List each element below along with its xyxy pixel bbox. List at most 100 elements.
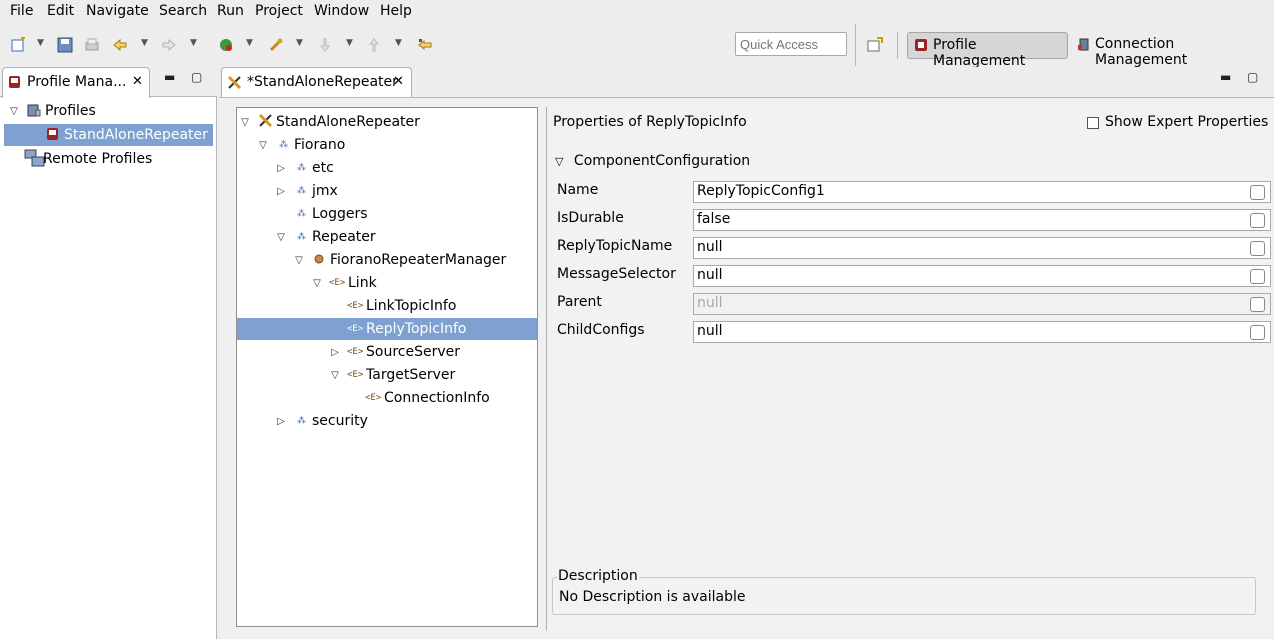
- child-configs-field[interactable]: null: [693, 321, 1271, 343]
- expanded-chevron-icon[interactable]: ▽: [311, 278, 323, 289]
- menu-project[interactable]: Project: [255, 3, 303, 19]
- tree-node-standalone-repeater[interactable]: ▽ StandAloneRepeater: [237, 111, 537, 133]
- tree-node-jmx[interactable]: ▷ ⁂ jmx: [237, 180, 537, 202]
- tree-node-link[interactable]: ▽ <E> Link: [237, 272, 537, 294]
- previous-annotation-icon[interactable]: [365, 36, 383, 54]
- bean-icon: [311, 254, 327, 267]
- is-durable-field[interactable]: false: [693, 209, 1271, 231]
- menu-file[interactable]: File: [10, 3, 33, 19]
- tools-dropdown-icon[interactable]: ▼: [296, 38, 303, 48]
- property-checkbox[interactable]: [1250, 185, 1265, 200]
- tree-node-label: LinkTopicInfo: [366, 298, 457, 314]
- tree-node-security[interactable]: ▷ ⁂ security: [237, 410, 537, 432]
- property-checkbox[interactable]: [1250, 269, 1265, 284]
- print-icon[interactable]: [83, 36, 101, 54]
- connection-management-perspective-button[interactable]: Connection Management: [1074, 32, 1269, 68]
- next-annotation-dropdown-icon[interactable]: ▼: [346, 38, 353, 48]
- message-selector-field[interactable]: null: [693, 265, 1271, 287]
- menu-edit[interactable]: Edit: [47, 3, 74, 19]
- description-text: No Description is available: [559, 589, 746, 605]
- property-checkbox[interactable]: [1250, 325, 1265, 340]
- tree-node-fiorano-repeater-manager[interactable]: ▽ FioranoRepeaterManager: [237, 249, 537, 271]
- show-expert-label: Show Expert Properties: [1105, 114, 1269, 130]
- last-edit-location-icon[interactable]: [416, 36, 434, 54]
- profile-editor: *StandAloneRepeater ✕ ▬ ▢ ▽ StandAloneRe…: [219, 67, 1274, 639]
- run-icon[interactable]: [217, 36, 235, 54]
- back-icon[interactable]: [111, 36, 129, 54]
- minimize-icon[interactable]: ▬: [164, 70, 175, 84]
- field-value: null: [697, 239, 723, 255]
- profile-manager-view: Profile Mana... ✕ ▬ ▢ ▽ Profiles StandAl…: [0, 67, 217, 639]
- tree-node-fiorano[interactable]: ▽ ⁂ Fiorano: [237, 134, 537, 156]
- expanded-chevron-icon[interactable]: ▽: [239, 117, 251, 128]
- name-field[interactable]: ReplyTopicConfig1: [693, 181, 1271, 203]
- close-icon[interactable]: ✕: [393, 74, 404, 89]
- property-checkbox[interactable]: [1250, 241, 1265, 256]
- collapsed-chevron-icon[interactable]: ▷: [329, 347, 341, 358]
- tree-node-connection-info[interactable]: <E> ConnectionInfo: [237, 387, 537, 409]
- open-perspective-icon[interactable]: [866, 36, 884, 54]
- run-dropdown-icon[interactable]: ▼: [246, 38, 253, 48]
- next-annotation-icon[interactable]: [316, 36, 334, 54]
- tree-item-remote-profiles[interactable]: Remote Profiles: [4, 148, 213, 170]
- field-value: false: [697, 211, 731, 227]
- new-dropdown-icon[interactable]: ▼: [37, 38, 44, 48]
- tree-node-target-server[interactable]: ▽ <E> TargetServer: [237, 364, 537, 386]
- expanded-chevron-icon[interactable]: ▽: [275, 232, 287, 243]
- tree-node-source-server[interactable]: ▷ <E> SourceServer: [237, 341, 537, 363]
- profile-manager-icon: [8, 75, 21, 93]
- collapsed-chevron-icon[interactable]: ▷: [275, 186, 287, 197]
- expanded-chevron-icon[interactable]: ▽: [293, 255, 305, 266]
- menu-window[interactable]: Window: [314, 3, 369, 19]
- reply-topic-name-field[interactable]: null: [693, 237, 1271, 259]
- menu-navigate[interactable]: Navigate: [86, 3, 149, 19]
- element-icon: <E>: [347, 324, 364, 334]
- previous-annotation-dropdown-icon[interactable]: ▼: [395, 38, 402, 48]
- tree-node-loggers[interactable]: ⁂ Loggers: [237, 203, 537, 225]
- expanded-chevron-icon[interactable]: ▽: [555, 155, 563, 168]
- profiles-folder-icon: [26, 103, 42, 120]
- forward-icon[interactable]: [160, 36, 178, 54]
- tree-node-reply-topic-info[interactable]: <E> ReplyTopicInfo: [237, 318, 537, 340]
- editor-tools-icon: [227, 75, 242, 94]
- collapsed-chevron-icon[interactable]: ▷: [275, 163, 287, 174]
- menu-help[interactable]: Help: [380, 3, 412, 19]
- collapsed-chevron-icon[interactable]: ▷: [275, 416, 287, 427]
- field-value: null: [697, 267, 723, 283]
- tree-item-standalone-repeater[interactable]: StandAloneRepeater: [4, 124, 213, 146]
- maximize-icon[interactable]: ▢: [1247, 70, 1258, 84]
- tree-item-profiles[interactable]: ▽ Profiles: [4, 100, 213, 122]
- properties-panel: Properties of ReplyTopicInfo Show Expert…: [546, 107, 1272, 631]
- property-label: IsDurable: [557, 210, 624, 226]
- show-expert-properties-toggle[interactable]: Show Expert Properties: [1087, 114, 1268, 130]
- tree-node-link-topic-info[interactable]: <E> LinkTopicInfo: [237, 295, 537, 317]
- tab-standalone-repeater[interactable]: *StandAloneRepeater ✕: [221, 67, 412, 98]
- menu-run[interactable]: Run: [217, 3, 244, 19]
- expanded-chevron-icon[interactable]: ▽: [329, 370, 341, 381]
- close-icon[interactable]: ✕: [132, 74, 143, 89]
- forward-dropdown-icon[interactable]: ▼: [190, 38, 197, 48]
- section-title: ComponentConfiguration: [573, 153, 751, 169]
- tree-node-etc[interactable]: ▷ ⁂ etc: [237, 157, 537, 179]
- minimize-icon[interactable]: ▬: [1220, 70, 1231, 84]
- component-configuration-section[interactable]: ▽ ComponentConfiguration: [555, 153, 750, 169]
- quick-access-input[interactable]: [735, 32, 847, 56]
- back-dropdown-icon[interactable]: ▼: [141, 38, 148, 48]
- tools-icon[interactable]: [267, 36, 285, 54]
- property-label: Name: [557, 182, 599, 198]
- save-icon[interactable]: [56, 36, 74, 54]
- show-expert-checkbox[interactable]: [1087, 117, 1099, 129]
- tree-node-repeater[interactable]: ▽ ⁂ Repeater: [237, 226, 537, 248]
- tree-node-label: ReplyTopicInfo: [366, 321, 467, 337]
- property-checkbox[interactable]: [1250, 213, 1265, 228]
- expanded-chevron-icon[interactable]: ▽: [8, 106, 20, 117]
- package-icon: ⁂: [279, 140, 288, 150]
- expanded-chevron-icon[interactable]: ▽: [257, 140, 269, 151]
- new-icon[interactable]: [9, 36, 27, 54]
- property-label: Parent: [557, 294, 602, 310]
- tab-profile-manager[interactable]: Profile Mana... ✕: [2, 67, 150, 98]
- menu-search[interactable]: Search: [159, 3, 207, 19]
- property-checkbox[interactable]: [1250, 297, 1265, 312]
- profile-management-perspective-button[interactable]: Profile Management: [907, 32, 1068, 69]
- maximize-icon[interactable]: ▢: [191, 70, 202, 84]
